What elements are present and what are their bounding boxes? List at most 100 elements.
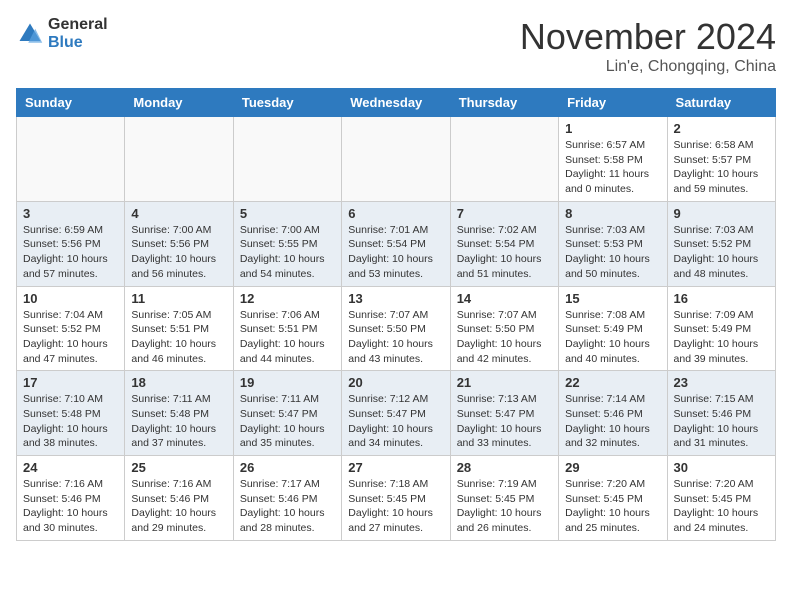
day-number: 2 <box>674 121 769 136</box>
day-info: Sunrise: 7:15 AM Sunset: 5:46 PM Dayligh… <box>674 392 769 451</box>
day-info: Sunrise: 7:09 AM Sunset: 5:49 PM Dayligh… <box>674 308 769 367</box>
calendar-cell: 6 Sunrise: 7:01 AM Sunset: 5:54 PM Daylig… <box>342 201 450 286</box>
day-number: 30 <box>674 460 769 475</box>
day-number: 15 <box>565 291 660 306</box>
day-number: 3 <box>23 206 118 221</box>
day-info: Sunrise: 6:59 AM Sunset: 5:56 PM Dayligh… <box>23 223 118 282</box>
day-info: Sunrise: 7:20 AM Sunset: 5:45 PM Dayligh… <box>565 477 660 536</box>
calendar-cell: 24 Sunrise: 7:16 AM Sunset: 5:46 PM Dayli… <box>17 456 125 541</box>
day-info: Sunrise: 7:00 AM Sunset: 5:55 PM Dayligh… <box>240 223 335 282</box>
day-info: Sunrise: 7:01 AM Sunset: 5:54 PM Dayligh… <box>348 223 443 282</box>
calendar-cell: 28Sunrise: 7:19 AM Sunset: 5:45 PM Dayli… <box>450 456 558 541</box>
calendar-cell: 25Sunrise: 7:16 AM Sunset: 5:46 PM Dayli… <box>125 456 233 541</box>
calendar-cell: 11Sunrise: 7:05 AM Sunset: 5:51 PM Dayli… <box>125 286 233 371</box>
day-number: 10 <box>23 291 118 306</box>
day-number: 5 <box>240 206 335 221</box>
calendar-cell: 8 Sunrise: 7:03 AM Sunset: 5:53 PM Daylig… <box>559 201 667 286</box>
calendar-cell: 1 Sunrise: 6:57 AM Sunset: 5:58 PM Daylig… <box>559 117 667 202</box>
page-header: General Blue November 2024 Lin'e, Chongq… <box>16 16 776 76</box>
calendar-cell: 17Sunrise: 7:10 AM Sunset: 5:48 PM Dayli… <box>17 371 125 456</box>
day-info: Sunrise: 7:10 AM Sunset: 5:48 PM Dayligh… <box>23 392 118 451</box>
day-number: 19 <box>240 375 335 390</box>
logo-text: General Blue <box>48 16 108 51</box>
day-number: 21 <box>457 375 552 390</box>
day-info: Sunrise: 7:06 AM Sunset: 5:51 PM Dayligh… <box>240 308 335 367</box>
week-row-1: 1 Sunrise: 6:57 AM Sunset: 5:58 PM Daylig… <box>17 117 776 202</box>
calendar-cell <box>342 117 450 202</box>
day-info: Sunrise: 7:20 AM Sunset: 5:45 PM Dayligh… <box>674 477 769 536</box>
day-info: Sunrise: 7:14 AM Sunset: 5:46 PM Dayligh… <box>565 392 660 451</box>
week-row-5: 24 Sunrise: 7:16 AM Sunset: 5:46 PM Dayli… <box>17 456 776 541</box>
day-number: 13 <box>348 291 443 306</box>
calendar-cell: 13Sunrise: 7:07 AM Sunset: 5:50 PM Dayli… <box>342 286 450 371</box>
calendar-cell: 12 Sunrise: 7:06 AM Sunset: 5:51 PM Dayli… <box>233 286 341 371</box>
day-info: Sunrise: 7:00 AM Sunset: 5:56 PM Dayligh… <box>131 223 226 282</box>
calendar-cell: 2 Sunrise: 6:58 AM Sunset: 5:57 PM Daylig… <box>667 117 775 202</box>
calendar-cell: 10Sunrise: 7:04 AM Sunset: 5:52 PM Dayli… <box>17 286 125 371</box>
day-number: 9 <box>674 206 769 221</box>
weekday-header-thursday: Thursday <box>450 89 558 117</box>
logo: General Blue <box>16 16 108 51</box>
day-number: 16 <box>674 291 769 306</box>
day-info: Sunrise: 7:08 AM Sunset: 5:49 PM Dayligh… <box>565 308 660 367</box>
calendar-body: 1 Sunrise: 6:57 AM Sunset: 5:58 PM Daylig… <box>17 117 776 541</box>
weekday-header-friday: Friday <box>559 89 667 117</box>
day-number: 14 <box>457 291 552 306</box>
day-info: Sunrise: 7:11 AM Sunset: 5:47 PM Dayligh… <box>240 392 335 451</box>
day-info: Sunrise: 7:03 AM Sunset: 5:53 PM Dayligh… <box>565 223 660 282</box>
weekday-header-wednesday: Wednesday <box>342 89 450 117</box>
day-number: 27 <box>348 460 443 475</box>
calendar-cell: 20Sunrise: 7:12 AM Sunset: 5:47 PM Dayli… <box>342 371 450 456</box>
day-info: Sunrise: 7:12 AM Sunset: 5:47 PM Dayligh… <box>348 392 443 451</box>
day-number: 28 <box>457 460 552 475</box>
logo-general: General <box>48 16 108 34</box>
day-info: Sunrise: 7:18 AM Sunset: 5:45 PM Dayligh… <box>348 477 443 536</box>
calendar-cell: 4 Sunrise: 7:00 AM Sunset: 5:56 PM Daylig… <box>125 201 233 286</box>
day-number: 24 <box>23 460 118 475</box>
day-number: 8 <box>565 206 660 221</box>
day-info: Sunrise: 7:16 AM Sunset: 5:46 PM Dayligh… <box>131 477 226 536</box>
calendar-table: SundayMondayTuesdayWednesdayThursdayFrid… <box>16 88 776 541</box>
week-row-2: 3 Sunrise: 6:59 AM Sunset: 5:56 PM Daylig… <box>17 201 776 286</box>
calendar-cell: 7 Sunrise: 7:02 AM Sunset: 5:54 PM Daylig… <box>450 201 558 286</box>
day-number: 6 <box>348 206 443 221</box>
logo-blue: Blue <box>48 34 108 52</box>
calendar-cell: 23 Sunrise: 7:15 AM Sunset: 5:46 PM Dayli… <box>667 371 775 456</box>
week-row-4: 17Sunrise: 7:10 AM Sunset: 5:48 PM Dayli… <box>17 371 776 456</box>
calendar-cell <box>125 117 233 202</box>
location: Lin'e, Chongqing, China <box>520 58 776 76</box>
day-number: 4 <box>131 206 226 221</box>
calendar-cell: 14Sunrise: 7:07 AM Sunset: 5:50 PM Dayli… <box>450 286 558 371</box>
day-number: 29 <box>565 460 660 475</box>
day-info: Sunrise: 6:58 AM Sunset: 5:57 PM Dayligh… <box>674 138 769 197</box>
day-number: 7 <box>457 206 552 221</box>
month-title: November 2024 <box>520 16 776 58</box>
calendar-cell: 26Sunrise: 7:17 AM Sunset: 5:46 PM Dayli… <box>233 456 341 541</box>
day-info: Sunrise: 7:05 AM Sunset: 5:51 PM Dayligh… <box>131 308 226 367</box>
calendar-cell: 19 Sunrise: 7:11 AM Sunset: 5:47 PM Dayli… <box>233 371 341 456</box>
day-info: Sunrise: 7:16 AM Sunset: 5:46 PM Dayligh… <box>23 477 118 536</box>
weekday-row: SundayMondayTuesdayWednesdayThursdayFrid… <box>17 89 776 117</box>
calendar-cell: 21Sunrise: 7:13 AM Sunset: 5:47 PM Dayli… <box>450 371 558 456</box>
day-number: 23 <box>674 375 769 390</box>
calendar-cell: 9 Sunrise: 7:03 AM Sunset: 5:52 PM Daylig… <box>667 201 775 286</box>
day-info: Sunrise: 7:17 AM Sunset: 5:46 PM Dayligh… <box>240 477 335 536</box>
day-info: Sunrise: 7:03 AM Sunset: 5:52 PM Dayligh… <box>674 223 769 282</box>
title-block: November 2024 Lin'e, Chongqing, China <box>520 16 776 76</box>
weekday-header-sunday: Sunday <box>17 89 125 117</box>
calendar-cell: 27 Sunrise: 7:18 AM Sunset: 5:45 PM Dayli… <box>342 456 450 541</box>
logo-icon <box>16 20 44 48</box>
day-info: Sunrise: 7:11 AM Sunset: 5:48 PM Dayligh… <box>131 392 226 451</box>
weekday-header-monday: Monday <box>125 89 233 117</box>
day-number: 22 <box>565 375 660 390</box>
day-info: Sunrise: 7:02 AM Sunset: 5:54 PM Dayligh… <box>457 223 552 282</box>
day-info: Sunrise: 6:57 AM Sunset: 5:58 PM Dayligh… <box>565 138 660 197</box>
calendar-cell: 3 Sunrise: 6:59 AM Sunset: 5:56 PM Daylig… <box>17 201 125 286</box>
calendar-cell: 22 Sunrise: 7:14 AM Sunset: 5:46 PM Dayli… <box>559 371 667 456</box>
day-number: 12 <box>240 291 335 306</box>
calendar-cell: 29 Sunrise: 7:20 AM Sunset: 5:45 PM Dayli… <box>559 456 667 541</box>
weekday-header-saturday: Saturday <box>667 89 775 117</box>
day-number: 18 <box>131 375 226 390</box>
day-number: 1 <box>565 121 660 136</box>
calendar-cell <box>233 117 341 202</box>
